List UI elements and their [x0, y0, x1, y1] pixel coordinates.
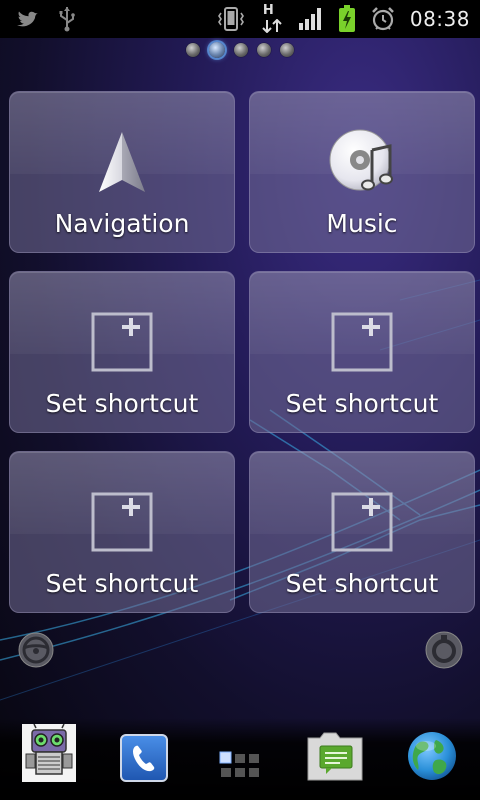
page-dot-active[interactable] [209, 42, 225, 58]
steering-wheel-icon [17, 631, 55, 673]
messaging-button[interactable] [306, 732, 364, 786]
add-shortcut-icon [331, 492, 393, 556]
music-tile[interactable]: Music [249, 91, 475, 253]
set-shortcut-tile[interactable]: Set shortcut [249, 451, 475, 613]
tile-label: Music [326, 209, 398, 238]
hspa-data-icon: H [260, 3, 284, 33]
alarm-icon [370, 6, 396, 32]
shortcut-grid: Navigation Music Set shortcut Set shortc… [9, 91, 475, 613]
messaging-icon [306, 732, 364, 786]
page-dot[interactable] [234, 43, 248, 57]
status-clock: 08:38 [409, 7, 470, 31]
signal-icon [298, 7, 324, 31]
phone-icon [120, 734, 168, 786]
browser-globe-icon [406, 730, 458, 786]
tile-label: Set shortcut [285, 569, 439, 598]
robot-app-icon [22, 723, 76, 786]
phone-button[interactable] [120, 734, 168, 786]
browser-button[interactable] [406, 730, 458, 786]
add-shortcut-icon [91, 492, 153, 556]
dock [0, 718, 480, 800]
set-shortcut-tile[interactable]: Set shortcut [249, 271, 475, 433]
add-shortcut-icon [91, 312, 153, 376]
page-indicator[interactable] [0, 40, 480, 60]
network-type-label: H [262, 3, 274, 18]
vibrate-icon [216, 6, 246, 32]
navigation-arrow-icon [97, 130, 147, 198]
tile-label: Set shortcut [45, 569, 199, 598]
page-dot[interactable] [257, 43, 271, 57]
tile-label: Set shortcut [285, 389, 439, 418]
battery-charging-icon [338, 5, 356, 33]
add-shortcut-icon [331, 312, 393, 376]
car-mode-button[interactable] [16, 632, 56, 672]
settings-gear-icon [424, 630, 464, 674]
set-shortcut-tile[interactable]: Set shortcut [9, 271, 235, 433]
page-dot[interactable] [186, 43, 200, 57]
tile-label: Set shortcut [45, 389, 199, 418]
set-shortcut-tile[interactable]: Set shortcut [9, 451, 235, 613]
status-bar: H 08:38 [0, 0, 480, 38]
app-drawer-button[interactable] [218, 750, 262, 786]
page-dot[interactable] [280, 43, 294, 57]
tile-label: Navigation [54, 209, 190, 238]
usb-icon [58, 6, 76, 32]
twitter-icon [14, 8, 40, 30]
music-disc-icon [328, 128, 396, 200]
navigation-tile[interactable]: Navigation [9, 91, 235, 253]
settings-button[interactable] [424, 630, 464, 674]
robot-app-button[interactable] [22, 723, 76, 786]
app-drawer-icon [218, 750, 262, 786]
